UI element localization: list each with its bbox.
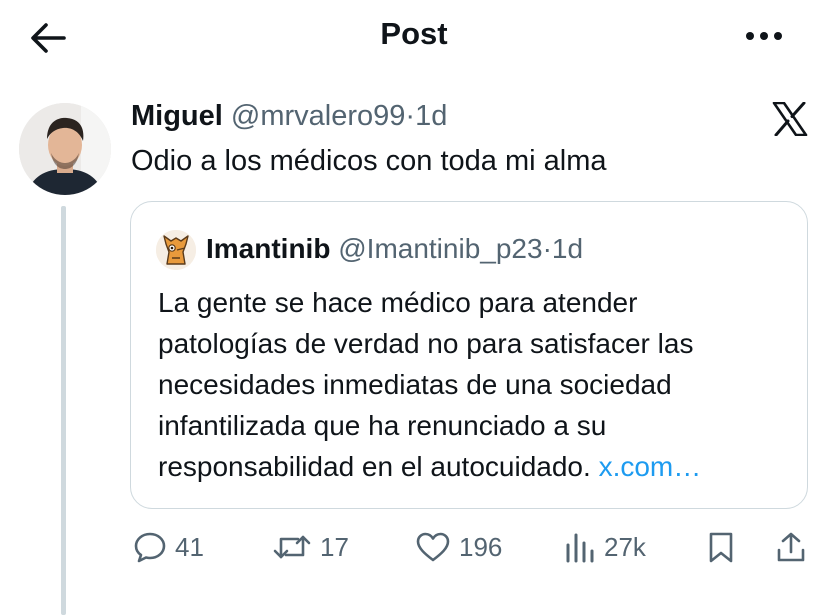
repost-button[interactable]: 17	[272, 530, 349, 564]
views-button[interactable]: 27k	[564, 530, 646, 564]
profile-photo	[19, 103, 111, 195]
quoted-text-line: patologías de verdad no para satisfacer …	[158, 328, 694, 359]
post-time[interactable]: 1d	[415, 100, 447, 132]
share-icon	[777, 532, 805, 562]
page-title: Post	[380, 16, 448, 51]
quoted-text-line: infantilizada que ha renunciado a su	[158, 410, 607, 441]
quoted-text-line: necesidades inmediatas de una sociedad	[158, 369, 672, 400]
reply-button[interactable]: 41	[133, 530, 204, 564]
like-count: 196	[459, 531, 503, 562]
quoted-author-handle[interactable]: @Imantinib_p23	[338, 233, 542, 264]
more-button[interactable]	[740, 22, 788, 50]
more-icon	[746, 32, 782, 40]
separator-dot: ·	[405, 100, 416, 132]
views-count: 27k	[604, 531, 646, 562]
author-name[interactable]: Miguel	[131, 100, 223, 132]
thread-line	[61, 206, 66, 615]
like-icon	[416, 532, 450, 562]
like-button[interactable]: 196	[415, 530, 502, 564]
repost-icon	[273, 535, 311, 559]
quoted-separator-dot: ·	[542, 233, 552, 264]
quoted-text-last-line: responsabilidad en el autocuidado. x.com…	[158, 446, 788, 487]
repost-count: 17	[320, 531, 349, 562]
quoted-author-name[interactable]: Imantinib	[206, 233, 330, 264]
bookmark-icon	[709, 532, 733, 563]
avatar[interactable]	[19, 103, 111, 195]
x-logo-icon	[772, 101, 808, 137]
views-icon	[566, 533, 594, 563]
quoted-post-header: Imantinib @Imantinib_p23·1d	[206, 233, 583, 265]
quoted-post-text: La gente se hace médico para atender pat…	[158, 282, 788, 487]
post-text: Odio a los médicos con toda mi alma	[131, 145, 607, 177]
reply-count: 41	[175, 531, 204, 562]
quoted-profile-picture	[156, 230, 196, 270]
quoted-text-line: La gente se hace médico para atender	[158, 287, 638, 318]
quoted-avatar[interactable]	[156, 230, 196, 270]
quoted-text-line: responsabilidad en el autocuidado.	[158, 451, 591, 482]
reply-icon	[134, 532, 166, 563]
author-handle[interactable]: @mrvalero99	[231, 100, 406, 132]
bookmark-button[interactable]	[706, 530, 736, 564]
quoted-post-time[interactable]: 1d	[552, 233, 583, 264]
show-more-link[interactable]: x.com…	[599, 451, 702, 482]
post-header: Miguel @mrvalero99·1d	[131, 100, 447, 133]
share-button[interactable]	[775, 530, 807, 564]
